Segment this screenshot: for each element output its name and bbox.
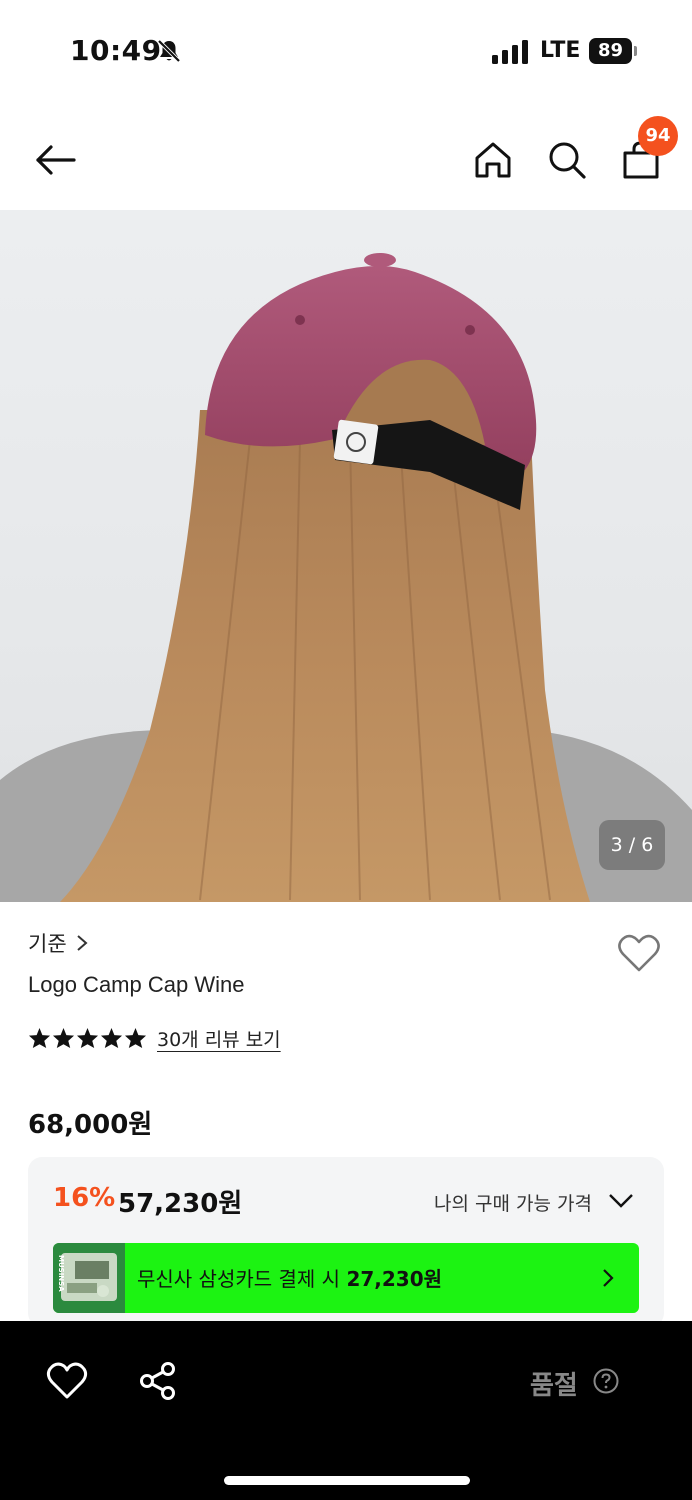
battery-icon: 89 [589, 38, 637, 64]
soldout-label: 품절 [530, 1371, 578, 1401]
share-icon[interactable] [138, 1361, 178, 1401]
top-nav: 94 [0, 110, 692, 206]
rating-stars [28, 1027, 147, 1049]
price-box: 16% 57,230원 나의 구매 가능 가격 MUSINSA 무신사 삼성카드… [28, 1157, 664, 1327]
status-bar: 10:49 LTE 89 [0, 0, 692, 100]
star-icon [76, 1027, 99, 1049]
signal-icon [492, 40, 528, 64]
brand-name: 기준 [28, 932, 67, 956]
chevron-right-icon [76, 935, 88, 951]
heart-outline-icon[interactable] [46, 1361, 88, 1401]
chevron-right-icon [603, 1269, 614, 1287]
clock: 10:49 [70, 34, 162, 67]
bottom-action-bar: 품절 [0, 1321, 692, 1500]
help-circle-icon[interactable] [593, 1368, 619, 1394]
cart-count-badge[interactable]: 94 [638, 116, 678, 156]
star-icon [52, 1027, 75, 1049]
star-icon [124, 1027, 147, 1049]
product-image[interactable]: 3 / 6 [0, 210, 692, 902]
discount-rate: 16% [53, 1183, 116, 1213]
home-icon[interactable] [471, 138, 515, 182]
image-counter: 3 / 6 [599, 820, 665, 870]
star-icon [100, 1027, 123, 1049]
card-label: MUSINSA [57, 1255, 65, 1292]
card-promo-banner[interactable]: MUSINSA 무신사 삼성카드 결제 시 27,230원 [53, 1243, 639, 1313]
my-price-toggle[interactable]: 나의 구매 가능 가격 [434, 1189, 592, 1216]
product-name: Logo Camp Cap Wine [28, 972, 245, 997]
star-icon [28, 1027, 51, 1049]
search-icon[interactable] [545, 138, 589, 182]
promo-price: 27,230원 [346, 1267, 443, 1291]
original-price: 68,000원 [28, 1110, 153, 1140]
bell-muted-icon [157, 39, 181, 63]
sale-price: 57,230원 [118, 1189, 243, 1219]
reviews-link[interactable]: 30개 리뷰 보기 [157, 1025, 281, 1052]
card-image: MUSINSA [53, 1243, 125, 1313]
battery-level: 89 [589, 38, 632, 64]
chevron-down-icon[interactable] [608, 1191, 634, 1211]
wishlist-heart-icon[interactable] [616, 932, 662, 974]
back-arrow-icon[interactable] [34, 138, 78, 182]
product-photo-illustration [0, 253, 692, 902]
network-type: LTE [540, 38, 581, 63]
rating-row: 30개 리뷰 보기 [28, 1022, 281, 1054]
home-indicator [224, 1476, 470, 1485]
brand-link[interactable]: 기준 [28, 928, 89, 958]
promo-text: 무신사 삼성카드 결제 시 27,230원 [137, 1267, 443, 1291]
